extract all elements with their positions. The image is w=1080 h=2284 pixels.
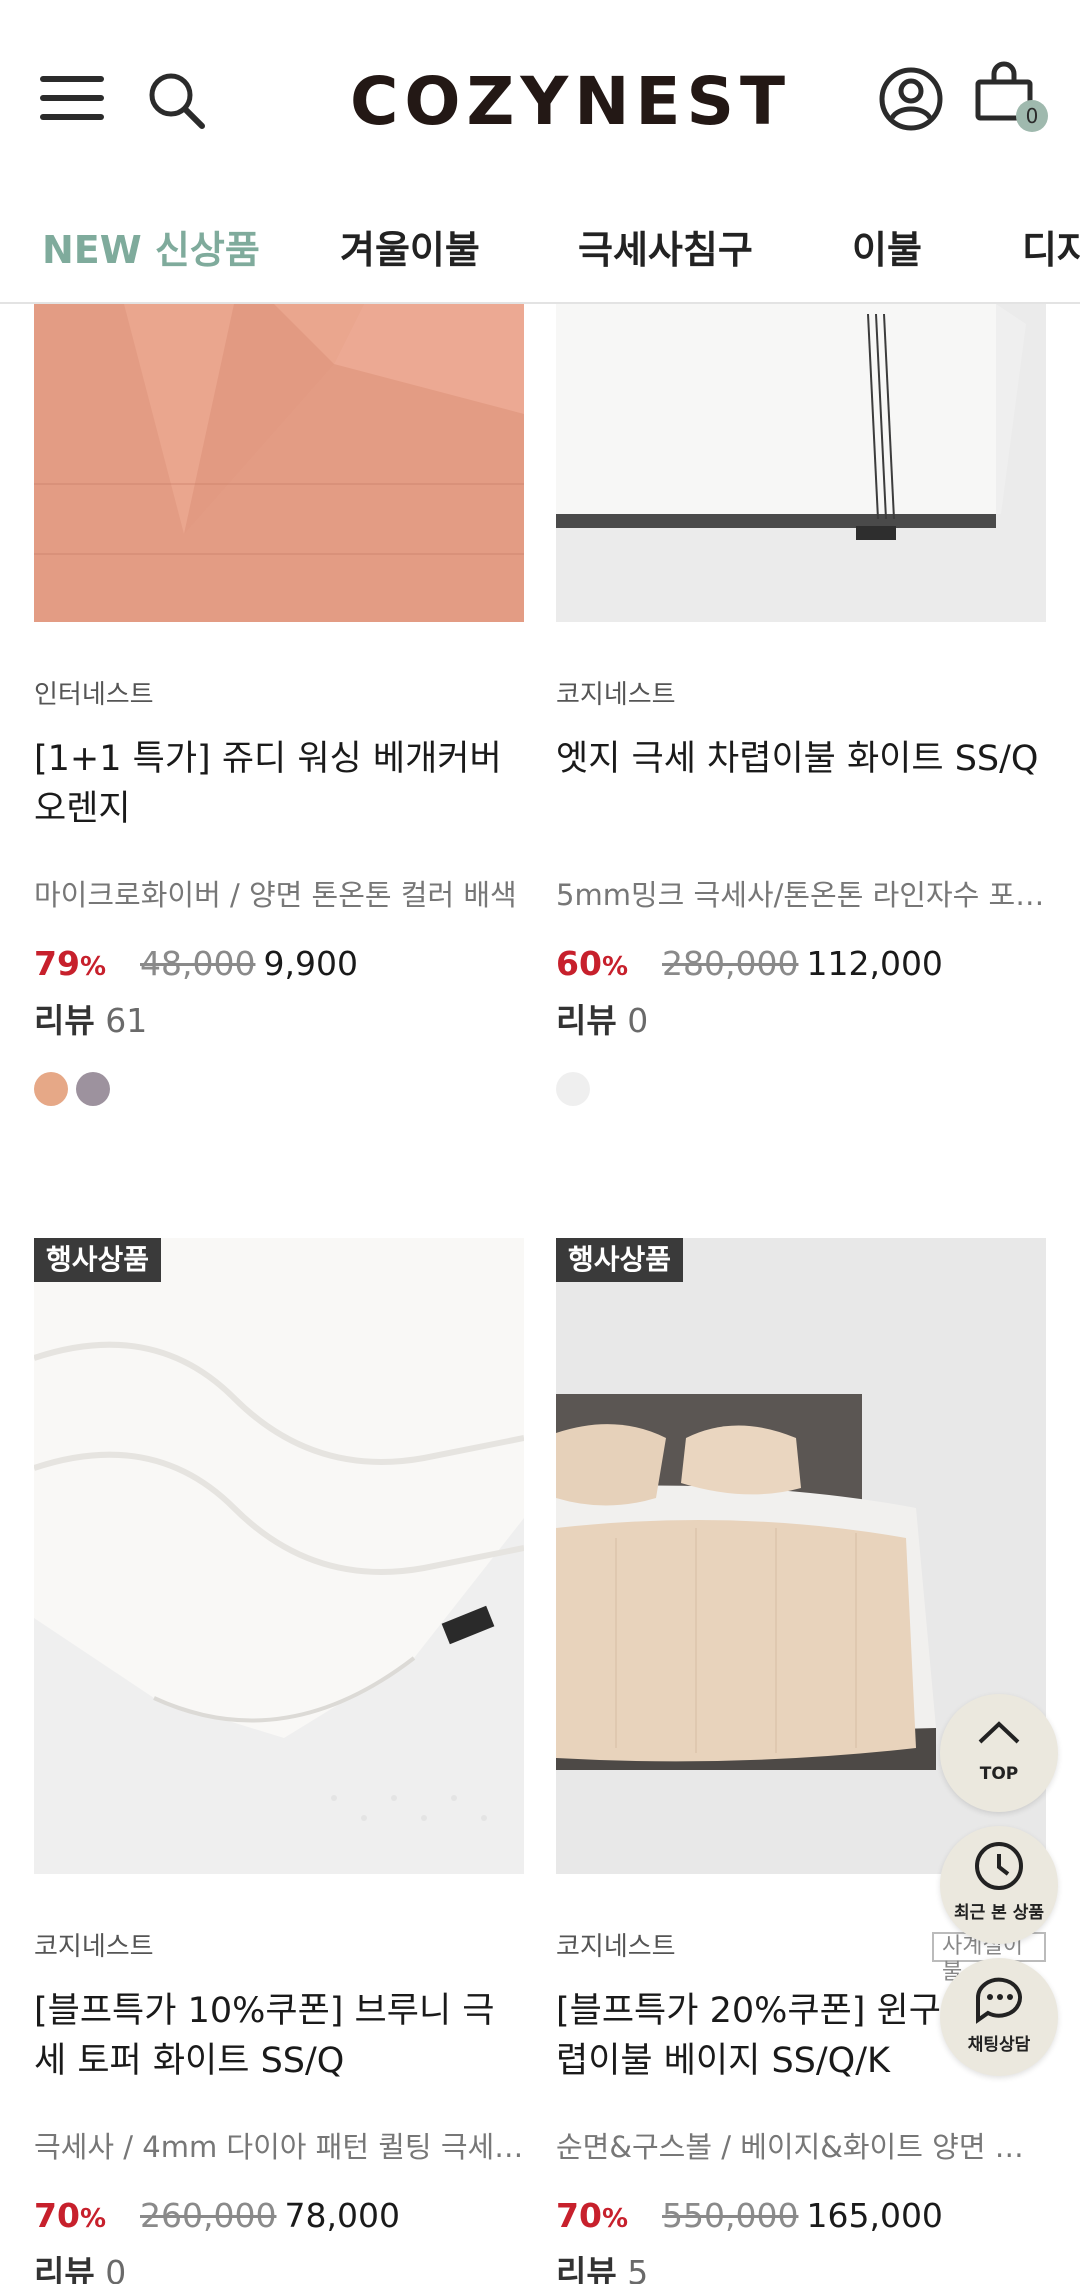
product-brand: 인터네스트 xyxy=(34,680,154,710)
scroll-top-button[interactable]: TOP xyxy=(940,1694,1058,1812)
search-icon[interactable] xyxy=(146,70,208,132)
cart-icon[interactable]: 0 xyxy=(972,60,1052,136)
product-description: 순면&구스볼 / 베이지&화이트 양면 배색 xyxy=(556,2130,1046,2164)
product-image[interactable] xyxy=(556,304,1046,622)
original-price: 48,000 xyxy=(140,944,256,983)
menu-icon[interactable] xyxy=(40,74,106,122)
price-row: 79% 48,000 9,900 xyxy=(34,942,358,986)
swatch-white[interactable] xyxy=(556,1072,590,1106)
discount-rate: 70% xyxy=(34,2196,106,2235)
swatch-orange[interactable] xyxy=(34,1072,68,1106)
product-title[interactable]: [블프특가 10%쿠폰] 브루니 극세 토퍼 화이트 SS/Q xyxy=(34,1986,524,2086)
tab-design[interactable]: 디자 xyxy=(1022,222,1080,278)
product-card[interactable]: 행사상품 코지네스트 [블프특가 10%쿠폰] 브루니 극세 토퍼 화이트 SS… xyxy=(34,1238,524,2284)
review-count: 리뷰 5 xyxy=(556,2253,649,2284)
sale-price: 9,900 xyxy=(263,944,358,983)
tab-blanket[interactable]: 이불 xyxy=(852,222,922,278)
color-swatches xyxy=(34,1072,118,1106)
product-brand: 코지네스트 xyxy=(34,1932,154,1962)
product-brand: 코지네스트 xyxy=(556,1932,676,1962)
discount-rate: 79% xyxy=(34,944,106,983)
product-card[interactable]: 인터네스트 [1+1 특가] 쥬디 워싱 베개커버 오렌지 마이크로화이버 / … xyxy=(34,304,524,1134)
product-image[interactable]: 행사상품 xyxy=(34,1238,524,1874)
chevron-up-icon xyxy=(978,1721,1020,1744)
category-tabs: NEW 신상품 겨울이불 극세사침구 이불 디자 xyxy=(0,200,1080,304)
product-description: 극세사 / 4mm 다이아 패턴 퀼팅 극세사 토퍼 xyxy=(34,2130,524,2164)
recent-items-button[interactable]: 최근 본 상품 xyxy=(940,1826,1058,1944)
app-header: COZYNEST 0 xyxy=(0,0,1080,200)
product-card[interactable]: 코지네스트 엣지 극세 차렵이불 화이트 SS/Q 5mm밍크 극세사/톤온톤 … xyxy=(556,304,1046,1134)
product-brand: 코지네스트 xyxy=(556,680,676,710)
discount-rate: 60% xyxy=(556,944,628,983)
original-price: 280,000 xyxy=(662,944,799,983)
cart-count-badge: 0 xyxy=(1016,100,1048,132)
sale-price: 112,000 xyxy=(806,944,943,983)
original-price: 260,000 xyxy=(140,2196,277,2235)
product-description: 5mm밍크 극세사/톤온톤 라인자수 포인트 xyxy=(556,878,1046,912)
price-row: 60% 280,000 112,000 xyxy=(556,942,943,986)
color-swatches xyxy=(556,1072,598,1106)
product-image[interactable] xyxy=(34,304,524,622)
tab-new[interactable]: NEW 신상품 xyxy=(42,222,260,278)
event-badge: 행사상품 xyxy=(34,1238,162,1282)
tab-microfiber-bedding[interactable]: 극세사침구 xyxy=(578,222,753,278)
product-description: 마이크로화이버 / 양면 톤온톤 컬러 배색 xyxy=(34,878,517,912)
price-row: 70% 550,000 165,000 xyxy=(556,2194,943,2238)
top-label: TOP xyxy=(979,1764,1019,1784)
product-title[interactable]: 엣지 극세 차렵이불 화이트 SS/Q xyxy=(556,734,1046,784)
review-count: 리뷰 0 xyxy=(556,1001,649,1040)
chat-label: 채팅상담 xyxy=(967,2035,1031,2055)
product-grid: 인터네스트 [1+1 특가] 쥬디 워싱 베개커버 오렌지 마이크로화이버 / … xyxy=(0,304,1080,2284)
event-badge: 행사상품 xyxy=(556,1238,684,1282)
review-count: 리뷰 0 xyxy=(34,2253,127,2284)
price-row: 70% 260,000 78,000 xyxy=(34,2194,400,2238)
sale-price: 165,000 xyxy=(806,2196,943,2235)
swatch-purple-gray[interactable] xyxy=(76,1072,110,1106)
original-price: 550,000 xyxy=(662,2196,799,2235)
review-count: 리뷰 61 xyxy=(34,1001,148,1040)
user-icon[interactable] xyxy=(878,66,944,132)
chat-consult-button[interactable]: 채팅상담 xyxy=(940,1958,1058,2076)
brand-logo[interactable]: COZYNEST xyxy=(350,62,785,142)
sale-price: 78,000 xyxy=(284,2196,400,2235)
discount-rate: 70% xyxy=(556,2196,628,2235)
product-title[interactable]: [1+1 특가] 쥬디 워싱 베개커버 오렌지 xyxy=(34,734,524,834)
tab-winter-blanket[interactable]: 겨울이불 xyxy=(340,222,480,278)
recent-label: 최근 본 상품 xyxy=(953,1903,1045,1923)
